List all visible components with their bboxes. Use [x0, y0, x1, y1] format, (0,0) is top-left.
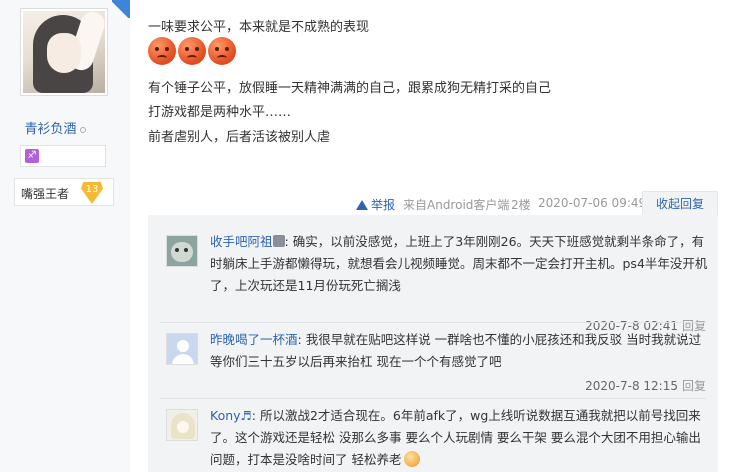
post-line-3: 打游戏都是两种水平……: [148, 105, 292, 120]
divider: [160, 398, 706, 399]
smiley-emoji-icon: [404, 451, 421, 467]
comment-list: 收手吧阿祖: 确实，以前没感觉，上班上了3年刚刚26。天天下班感觉就剩半条命了，…: [148, 215, 718, 472]
username-text[interactable]: 青衫负酒: [24, 122, 76, 137]
comment-body: 昨晚喝了一杯酒: 我很早就在贴吧这样说 一群啥也不懂的小屁孩还和我反驳 当时我就…: [210, 332, 702, 369]
user-avatar[interactable]: [20, 8, 108, 96]
divider: [160, 322, 706, 323]
comment-author[interactable]: Kony♬: [210, 408, 252, 423]
post-time: 2020-07-06 09:49: [538, 196, 647, 210]
zodiac-badge-icon[interactable]: ♐: [25, 149, 39, 163]
post-tail: 举报 来自Android客户端 2楼 2020-07-06 09:49 收起回复: [148, 191, 718, 215]
avatar-image: [23, 11, 105, 93]
report-button[interactable]: 举报: [356, 196, 395, 213]
username[interactable]: 青衫负酒: [0, 118, 110, 137]
online-status-icon: [79, 126, 86, 133]
warning-icon: [356, 200, 368, 210]
commenter-avatar[interactable]: [166, 235, 198, 267]
comment-time: 2020-7-8 12:15: [585, 379, 678, 393]
collapse-replies-button[interactable]: 收起回复: [642, 191, 718, 215]
post-line-1: 一味要求公平，本来就是不成熟的表现: [148, 20, 370, 35]
user-level[interactable]: 嘴强王者 13: [14, 178, 114, 206]
level-name: 嘴强王者: [21, 187, 70, 201]
comment-body: Kony♬: 所以激战2才适合现在。6年前afk了，wg上线听说数据互通我就把以…: [210, 408, 701, 467]
user-icons-row: ♐: [20, 145, 106, 167]
comment-body: 收手吧阿祖: 确实，以前没感觉，上班上了3年刚刚26。天天下班感觉就剩半条命了，…: [210, 234, 708, 293]
comment-text: 确实，以前没感觉，上班上了3年刚刚26。天天下班感觉就剩半条命了，有时躺床上手游…: [210, 234, 708, 293]
angry-face-icon: [148, 37, 176, 65]
emoji-row: [148, 37, 236, 65]
comment-meta: 2020-7-8 12:15 回复: [585, 377, 706, 394]
user-badge-icon: [272, 235, 285, 247]
report-label: 举报: [371, 198, 396, 212]
comment-author[interactable]: 收手吧阿祖: [210, 234, 273, 249]
angry-face-icon: [178, 37, 206, 65]
client-source: 来自Android客户端: [403, 198, 510, 212]
reply-button[interactable]: 回复: [682, 379, 706, 393]
commenter-avatar[interactable]: [166, 333, 198, 365]
corner-ribbon-icon: [112, 0, 130, 18]
floor-number: 2楼: [511, 198, 531, 212]
angry-face-icon: [208, 37, 236, 65]
comment-text: 所以激战2才适合现在。6年前afk了，wg上线听说数据互通我就把以前号找回来了。…: [210, 408, 701, 467]
commenter-avatar[interactable]: [166, 409, 198, 441]
post-line-2: 有个锤子公平，放假睡一天精神满满的自己，跟累成狗无精打采的自己: [148, 81, 552, 96]
post-line-4: 前者虐别人，后者活该被别人虐: [148, 130, 331, 145]
level-badge-icon: 13: [81, 182, 103, 204]
comment-author[interactable]: 昨晚喝了一杯酒: [210, 332, 298, 347]
user-panel: 青衫负酒 ♐ 嘴强王者 13: [0, 0, 130, 472]
